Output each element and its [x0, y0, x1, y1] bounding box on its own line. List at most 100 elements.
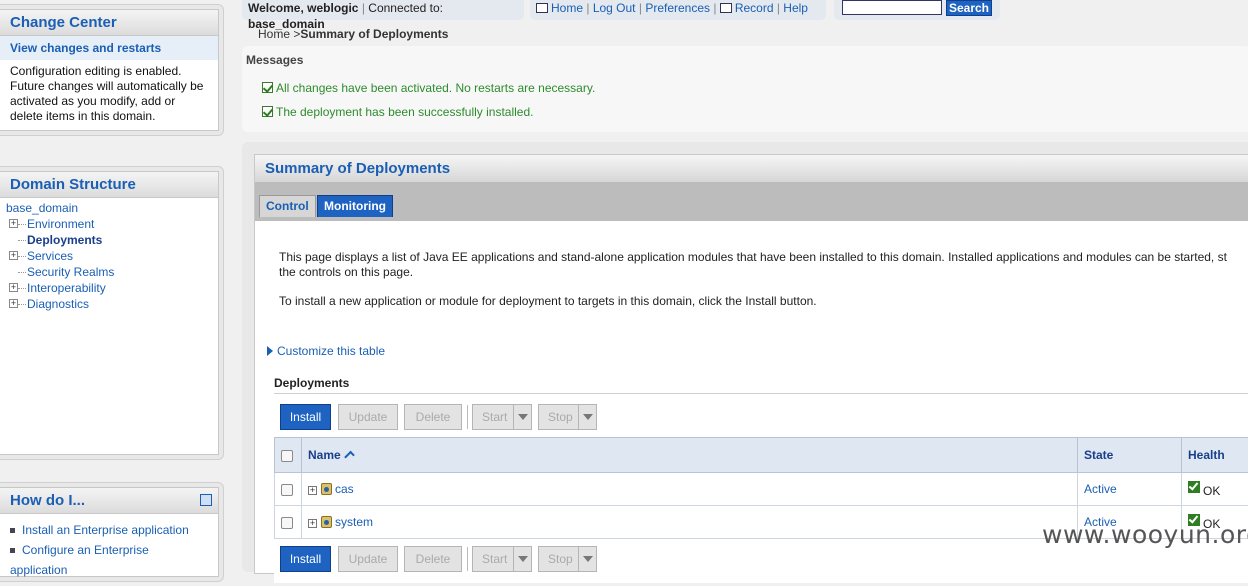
tree-item-diagnostics[interactable]: + Diagnostics	[6, 296, 218, 312]
chevron-down-icon[interactable]	[513, 547, 531, 571]
logout-link[interactable]: Log Out	[593, 1, 636, 15]
tree-item-services[interactable]: + Services	[6, 248, 218, 264]
tree-root-base-domain[interactable]: base_domain	[6, 200, 218, 216]
expand-icon[interactable]: +	[308, 519, 317, 528]
list-item[interactable]: Install an Enterprise application	[10, 520, 208, 540]
deployments-title: Deployments	[274, 376, 349, 390]
table-row: + cas Active OK	[275, 473, 1248, 506]
sort-ascending-icon[interactable]	[344, 451, 355, 462]
breadcrumb: Home >Summary of Deployments	[258, 27, 448, 41]
messages-title: Messages	[246, 53, 303, 67]
stop-label: Stop	[548, 552, 573, 566]
select-all-checkbox[interactable]	[281, 450, 293, 462]
breadcrumb-home[interactable]: Home	[258, 27, 290, 41]
stop-button-bottom[interactable]: Stop	[538, 546, 597, 572]
name-cell: + cas	[302, 473, 1078, 506]
chevron-down-icon[interactable]	[578, 405, 596, 429]
delete-button[interactable]: Delete	[404, 404, 462, 430]
home-icon	[536, 3, 548, 13]
tab-control[interactable]: Control	[259, 195, 316, 217]
how-do-i-link[interactable]: Configure an Enterprise application	[10, 543, 149, 577]
bullet-icon	[10, 548, 15, 553]
column-header-name[interactable]: Name	[302, 438, 1078, 473]
state-cell[interactable]: Active	[1078, 473, 1182, 506]
username: weblogic	[307, 1, 358, 15]
expand-icon[interactable]: +	[9, 283, 18, 292]
tree-item-security-realms[interactable]: Security Realms	[6, 264, 218, 280]
chevron-down-icon[interactable]	[513, 405, 531, 429]
application-icon	[321, 483, 332, 495]
preferences-link[interactable]: Preferences	[645, 1, 710, 15]
deployments-table-area: Install Update Delete Start Stop Name St…	[274, 393, 1248, 583]
messages-panel: Messages All changes have been activated…	[242, 46, 1248, 132]
start-label: Start	[482, 552, 507, 566]
how-do-i-link[interactable]: Install an Enterprise application	[22, 523, 189, 537]
change-center-text-line: Future changes will automatically be	[10, 79, 208, 94]
welcome-bar: Welcome, weblogic | Connected to: base_d…	[242, 0, 524, 20]
summary-section: Summary of Deployments Control Monitorin…	[254, 154, 1248, 574]
change-center-text-line: activated as you modify, add or	[10, 94, 208, 109]
page-description-cont: the controls on this page.	[279, 265, 413, 280]
message-item: All changes have been activated. No rest…	[262, 81, 595, 95]
search-input[interactable]	[842, 0, 942, 15]
row-checkbox[interactable]	[281, 484, 293, 496]
list-item[interactable]: Configure an Enterprise application	[10, 540, 208, 580]
search-button[interactable]: Search	[946, 0, 992, 16]
stop-button[interactable]: Stop	[538, 404, 597, 430]
record-link[interactable]: Record	[735, 1, 774, 15]
start-button[interactable]: Start	[472, 404, 532, 430]
help-link[interactable]: Help	[783, 1, 808, 15]
maximize-icon[interactable]	[200, 494, 212, 506]
row-select-cell	[275, 473, 302, 506]
start-button-bottom[interactable]: Start	[472, 546, 532, 572]
deployment-name-link[interactable]: system	[335, 515, 373, 529]
tab-monitoring[interactable]: Monitoring	[317, 195, 393, 217]
change-center-text-line: Configuration editing is enabled.	[10, 64, 208, 79]
expand-icon[interactable]: +	[9, 251, 18, 260]
update-button-bottom[interactable]: Update	[338, 546, 398, 572]
row-checkbox[interactable]	[281, 517, 293, 529]
tree-label[interactable]: Interoperability	[27, 281, 106, 295]
customize-label[interactable]: Customize this table	[277, 344, 385, 358]
tree-label[interactable]: Diagnostics	[27, 297, 89, 311]
how-do-i-panel: How do I... Install an Enterprise applic…	[0, 482, 224, 582]
install-hint: To install a new application or module f…	[279, 294, 817, 309]
install-button[interactable]: Install	[280, 404, 331, 430]
change-center-body: Change Center View changes and restarts …	[0, 9, 219, 131]
delete-button-bottom[interactable]: Delete	[404, 546, 462, 572]
column-header-state[interactable]: State	[1078, 438, 1182, 473]
tree-item-interoperability[interactable]: + Interoperability	[6, 280, 218, 296]
install-button-bottom[interactable]: Install	[280, 546, 331, 572]
chevron-down-icon[interactable]	[578, 547, 596, 571]
tree-item-deployments[interactable]: Deployments	[6, 232, 218, 248]
expand-arrow-icon	[267, 346, 273, 356]
view-changes-link[interactable]: View changes and restarts	[0, 36, 218, 60]
change-center-title: Change Center	[0, 10, 218, 36]
expand-icon[interactable]: +	[308, 486, 317, 495]
home-link[interactable]: Home	[551, 1, 583, 15]
change-center-text-line: delete items in this domain.	[10, 109, 208, 124]
message-text: The deployment has been successfully ins…	[276, 105, 533, 119]
tree-label[interactable]: Environment	[27, 217, 94, 231]
expand-icon[interactable]: +	[9, 299, 18, 308]
domain-tree: base_domain + Environment Deployments + Se…	[0, 198, 218, 312]
deployment-name-link[interactable]: cas	[335, 482, 354, 496]
success-check-icon	[262, 106, 273, 117]
column-header-health[interactable]: Health	[1182, 438, 1248, 473]
ok-check-icon	[1188, 481, 1200, 493]
tree-item-environment[interactable]: + Environment	[6, 216, 218, 232]
column-name-label[interactable]: Name	[308, 448, 341, 462]
update-button[interactable]: Update	[338, 404, 398, 430]
customize-table-link[interactable]: Customize this table	[267, 344, 385, 358]
tree-label[interactable]: Deployments	[27, 233, 102, 247]
expand-icon[interactable]: +	[9, 219, 18, 228]
tree-label[interactable]: Security Realms	[27, 265, 114, 279]
health-value: OK	[1203, 484, 1220, 498]
message-text: All changes have been activated. No rest…	[276, 81, 595, 95]
main-panel: Summary of Deployments Control Monitorin…	[242, 142, 1248, 572]
name-cell: + system	[302, 506, 1078, 539]
tree-label[interactable]: Services	[27, 249, 73, 263]
search-area: Search	[834, 0, 1000, 20]
tab-bar: Control Monitoring	[255, 183, 1248, 221]
table-header-row: Name State Health	[275, 438, 1248, 473]
